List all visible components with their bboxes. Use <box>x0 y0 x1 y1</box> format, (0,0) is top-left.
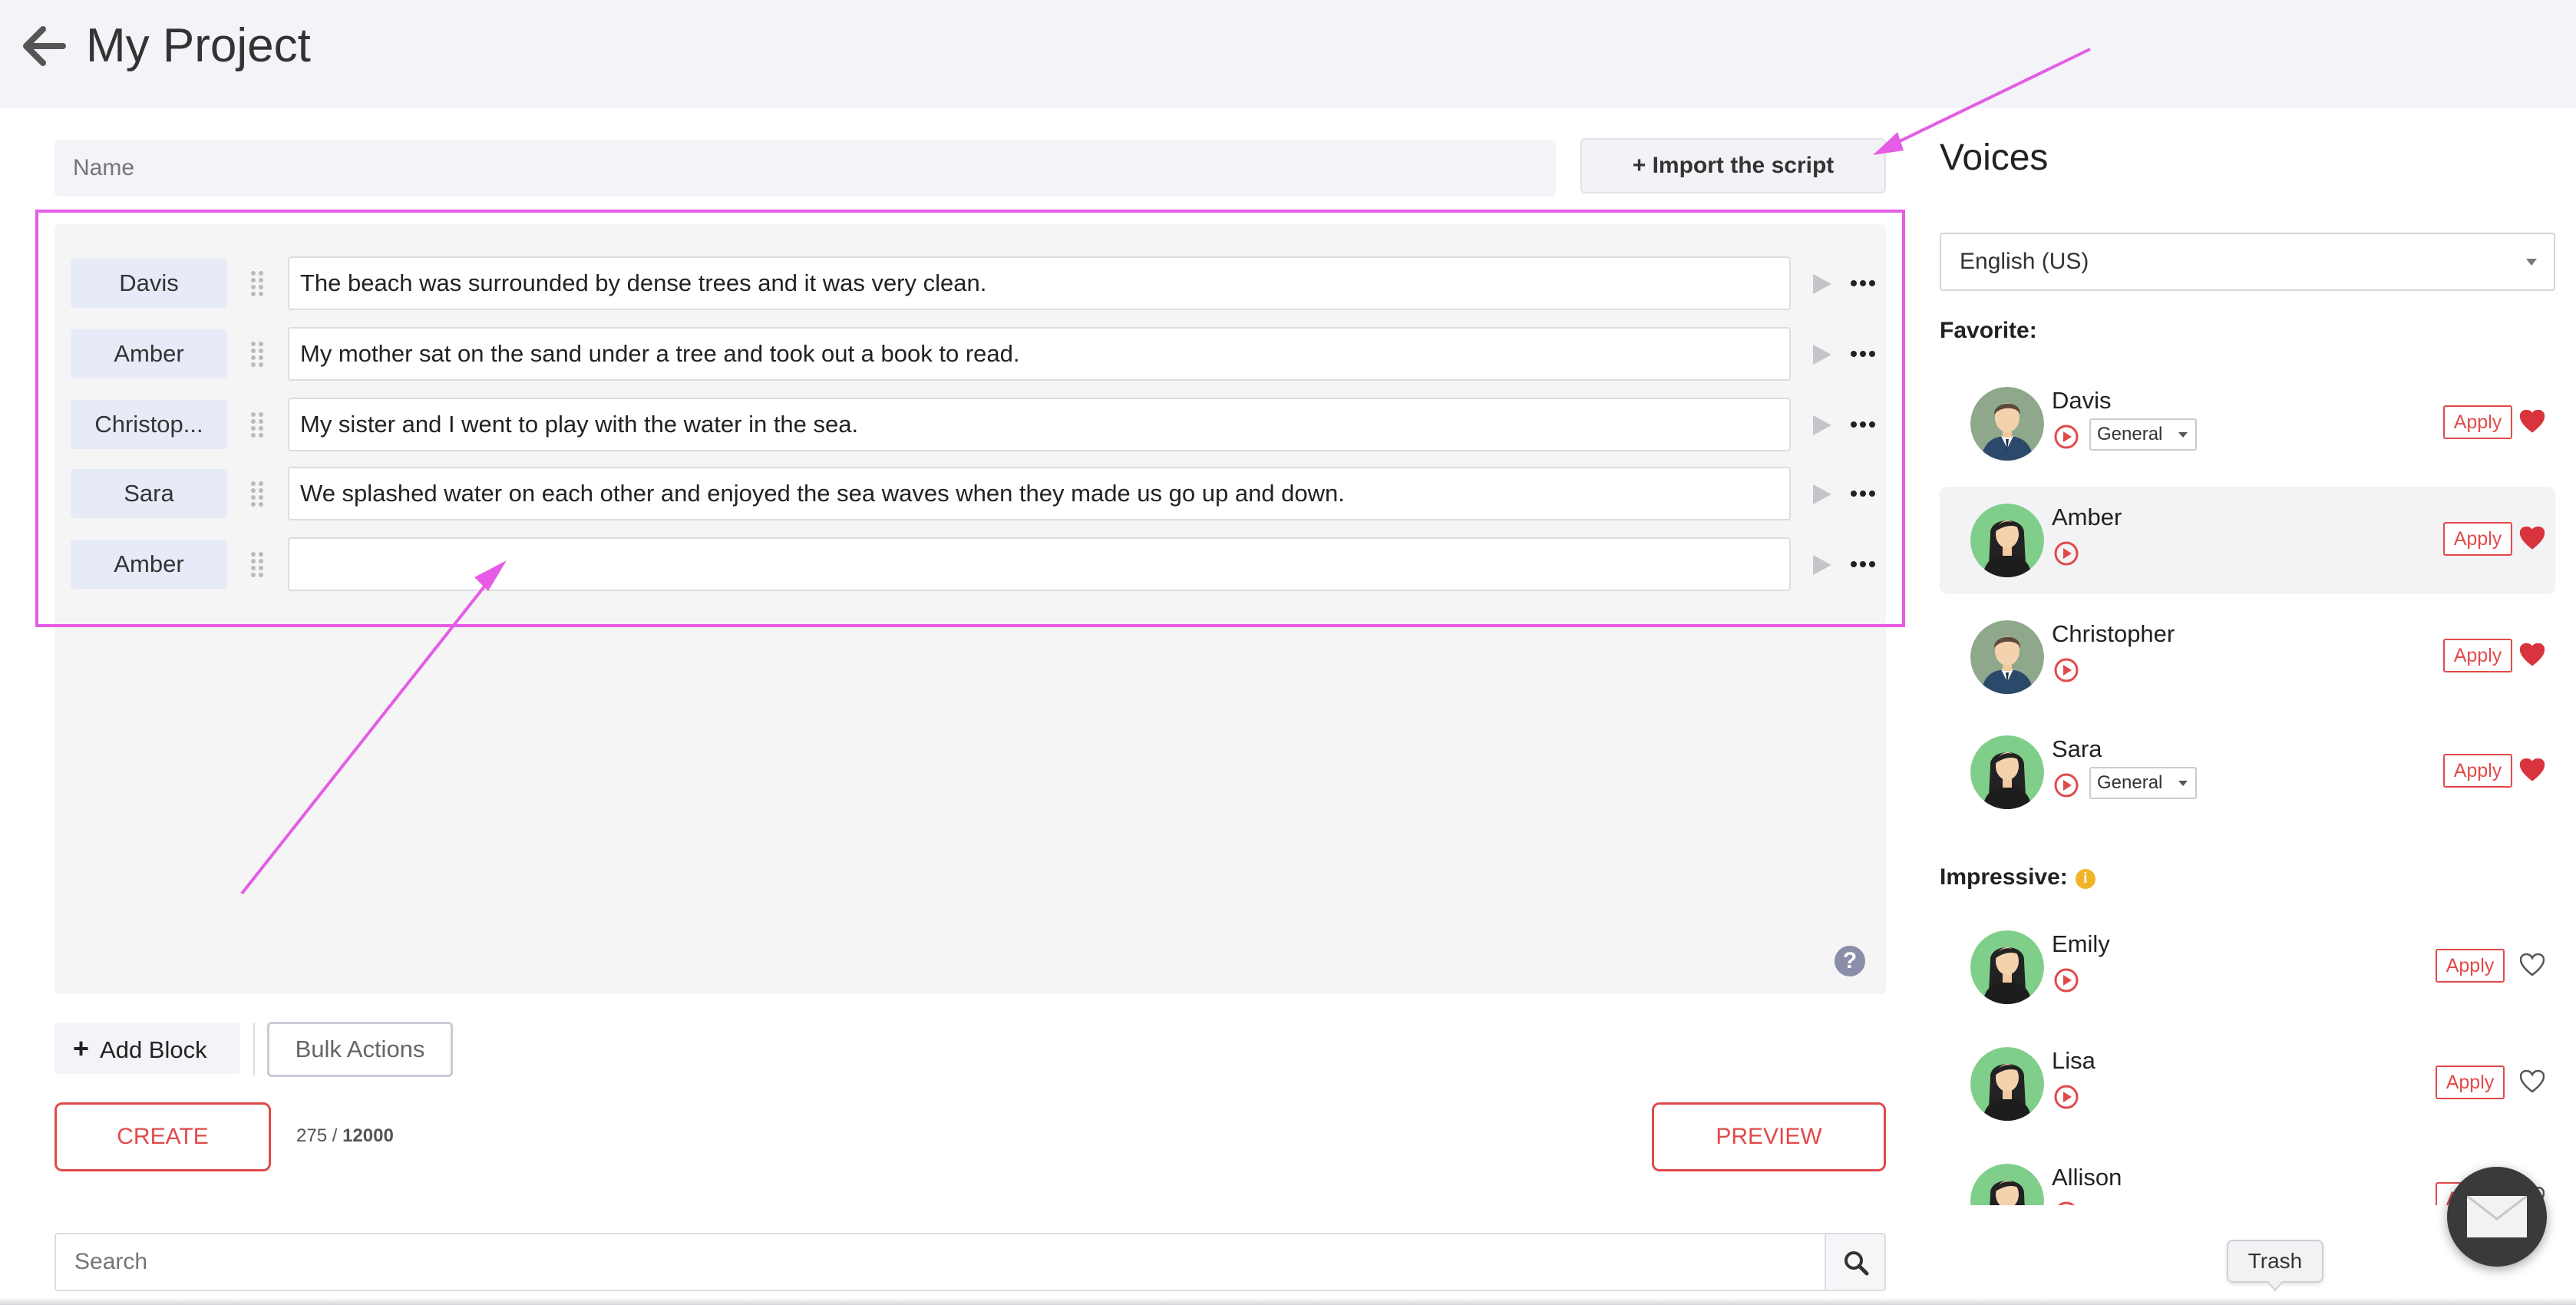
heart-filled-icon[interactable] <box>2520 527 2545 550</box>
favorite-label: Favorite: <box>1940 318 2037 343</box>
voice-card[interactable]: Amber Apply <box>1940 487 2555 594</box>
play-voice-icon[interactable] <box>2053 657 2079 683</box>
search-button[interactable] <box>1825 1233 1886 1291</box>
heart-outline-icon[interactable] <box>2520 953 2545 976</box>
voice-name: Lisa <box>2052 1047 2095 1074</box>
chevron-down-icon <box>2178 781 2188 786</box>
apply-button[interactable]: Apply <box>2436 1065 2505 1099</box>
avatar <box>1970 930 2044 1004</box>
play-voice-icon[interactable] <box>2053 424 2079 450</box>
character-counter: 275 / 12000 <box>296 1125 394 1147</box>
voice-card[interactable]: Lisa Apply <box>1940 1030 2555 1138</box>
help-icon[interactable]: ? <box>1835 946 1865 976</box>
avatar <box>1970 387 2044 461</box>
project-name-input[interactable] <box>54 140 1556 197</box>
search-icon <box>1844 1251 1869 1276</box>
add-block-label: Add Block <box>100 1036 207 1063</box>
voice-style-value: General <box>2097 772 2163 793</box>
annotation-highlight-box <box>35 210 1905 627</box>
chevron-down-icon <box>2526 259 2537 266</box>
play-voice-icon[interactable] <box>2053 772 2079 798</box>
play-voice-icon[interactable] <box>2053 1201 2079 1205</box>
tooltip-pointer <box>2267 1281 2283 1292</box>
heart-filled-icon[interactable] <box>2520 643 2545 666</box>
heart-filled-icon[interactable] <box>2520 410 2545 433</box>
chevron-down-icon <box>2178 432 2188 438</box>
voice-name: Emily <box>2052 930 2110 957</box>
apply-button[interactable]: Apply <box>2443 639 2512 672</box>
voice-name: Sara <box>2052 735 2102 762</box>
apply-button[interactable]: Apply <box>2443 405 2512 439</box>
counter-used: 275 <box>296 1125 328 1146</box>
create-button[interactable]: CREATE <box>54 1102 271 1171</box>
heart-filled-icon[interactable] <box>2520 758 2545 781</box>
trash-tooltip: Trash <box>2227 1240 2323 1283</box>
avatar <box>1970 620 2044 694</box>
language-select[interactable]: English (US) <box>1940 233 2555 291</box>
voice-style-select[interactable]: General <box>2089 767 2197 799</box>
play-voice-icon[interactable] <box>2053 540 2079 567</box>
search-input[interactable] <box>54 1233 1826 1291</box>
voice-name: Amber <box>2052 504 2122 530</box>
voice-name: Davis <box>2052 387 2112 414</box>
impressive-label: Impressive: <box>1940 864 2068 890</box>
message-button[interactable] <box>2447 1167 2547 1267</box>
bulk-actions-button[interactable]: Bulk Actions <box>267 1022 453 1077</box>
add-block-button[interactable]: + Add Block <box>54 1023 240 1074</box>
avatar <box>1970 504 2044 577</box>
preview-button[interactable]: PREVIEW <box>1652 1102 1886 1171</box>
language-value: English (US) <box>1960 249 2089 274</box>
apply-button[interactable]: Apply <box>2443 754 2512 788</box>
info-icon[interactable]: i <box>2075 869 2095 889</box>
voices-title: Voices <box>1940 137 2049 178</box>
impressive-section-heading: Impressive: i <box>1940 864 2095 890</box>
voice-card[interactable]: Emily Apply <box>1940 914 2555 1021</box>
heart-outline-icon[interactable] <box>2520 1070 2545 1093</box>
play-voice-icon[interactable] <box>2053 967 2079 993</box>
apply-button[interactable]: Apply <box>2436 949 2505 983</box>
mail-icon <box>2467 1196 2527 1237</box>
page-title: My Project <box>86 19 311 72</box>
header-bar: My Project <box>0 0 2576 108</box>
plus-icon: + <box>73 1032 90 1064</box>
bottom-edge-shadow <box>0 1297 2576 1305</box>
voice-name: Allison <box>2052 1164 2122 1191</box>
import-script-button[interactable]: + Import the script <box>1580 138 1886 193</box>
voice-card[interactable]: Sara General Apply <box>1940 719 2555 826</box>
avatar <box>1970 1047 2044 1121</box>
counter-max: 12000 <box>342 1125 394 1146</box>
apply-button[interactable]: Apply <box>2443 522 2512 556</box>
voice-name: Christopher <box>2052 620 2175 647</box>
counter-separator: / <box>327 1125 343 1146</box>
back-arrow-icon[interactable] <box>21 26 66 66</box>
voice-card[interactable]: Christopher Apply <box>1940 603 2555 711</box>
voice-style-value: General <box>2097 424 2163 444</box>
voice-style-select[interactable]: General <box>2089 418 2197 451</box>
avatar <box>1970 1164 2044 1205</box>
avatar <box>1970 735 2044 809</box>
toolbar-divider <box>253 1023 255 1075</box>
play-voice-icon[interactable] <box>2053 1084 2079 1110</box>
voice-card[interactable]: Davis General Apply <box>1940 370 2555 477</box>
